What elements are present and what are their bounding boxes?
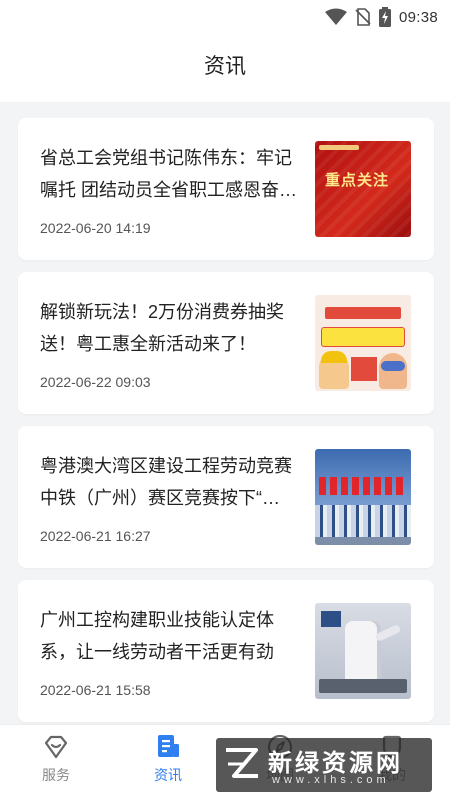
status-icons: 09:38: [324, 7, 438, 27]
thumbnail-machine-base: [319, 679, 407, 693]
news-thumbnail: [315, 449, 411, 545]
news-card[interactable]: 粤港澳大湾区建设工程劳动竞赛中铁（广州）赛区竞赛按下“… 2022-06-21 …: [18, 426, 434, 568]
news-thumbnail: [315, 603, 411, 699]
news-title: 解锁新玩法！2万份消费券抽奖送！粤工惠全新活动来了！: [40, 302, 285, 354]
news-thumbnail: [315, 295, 411, 391]
news-list: 省总工会党组书记陈伟东：牢记嘱托 团结动员全省职工感恩奋… 2022-06-20…: [18, 118, 434, 734]
watermark-url: www.xlhs.com: [272, 774, 390, 786]
thumbnail-figure: [379, 353, 407, 389]
watermark-text: 新绿资源网: [268, 750, 403, 777]
thumbnail-robot: [345, 621, 381, 681]
tab-label: 服务: [42, 767, 70, 783]
status-time: 09:38: [398, 8, 438, 26]
thumbnail-flags: [319, 477, 407, 495]
tab-service[interactable]: 服务: [16, 733, 96, 785]
thumbnail-emblem: [319, 145, 359, 150]
news-date: 2022-06-22 09:03: [40, 374, 151, 390]
news-date: 2022-06-21 15:58: [40, 682, 151, 698]
news-card[interactable]: 解锁新玩法！2万份消费券抽奖送！粤工惠全新活动来了！ 2022-06-22 09…: [18, 272, 434, 414]
wifi-icon: [324, 8, 347, 25]
page-header: 资讯: [0, 34, 450, 102]
news-document-icon: [158, 735, 179, 757]
status-bar: 09:38: [0, 0, 450, 34]
tab-label: 资讯: [154, 767, 182, 783]
thumbnail-figure: [319, 351, 349, 389]
news-date: 2022-06-21 16:27: [40, 528, 151, 544]
news-date: 2022-06-20 14:19: [40, 220, 151, 236]
thumbnail-screen: [321, 611, 341, 627]
thumbnail-slogan: [321, 327, 405, 347]
thumbnail-gift: [351, 357, 377, 381]
news-card[interactable]: 省总工会党组书记陈伟东：牢记嘱托 团结动员全省职工感恩奋… 2022-06-20…: [18, 118, 434, 260]
thumbnail-banner: [325, 307, 401, 319]
news-title: 粤港澳大湾区建设工程劳动竞赛中铁（广州）赛区竞赛按下“…: [40, 456, 292, 508]
news-title: 广州工控构建职业技能认定体系，让一线劳动者干活更有劲: [40, 610, 274, 662]
news-title: 省总工会党组书记陈伟东：牢记嘱托 团结动员全省职工感恩奋…: [40, 148, 297, 200]
thumbnail-label: 重点关注: [325, 172, 390, 189]
site-watermark: 新绿资源网 www.xlhs.com: [216, 738, 432, 792]
page-title: 资讯: [204, 55, 246, 78]
news-thumbnail: 重点关注: [315, 141, 411, 237]
diamond-service-icon: [44, 735, 68, 759]
no-sim-icon: [355, 8, 371, 26]
news-card[interactable]: 广州工控构建职业技能认定体系，让一线劳动者干活更有劲 2022-06-21 15…: [18, 580, 434, 722]
watermark-logo-icon: [226, 748, 258, 778]
tab-news[interactable]: 资讯: [128, 733, 208, 785]
battery-charging-icon: [378, 7, 391, 27]
thumbnail-stage: [315, 537, 411, 545]
